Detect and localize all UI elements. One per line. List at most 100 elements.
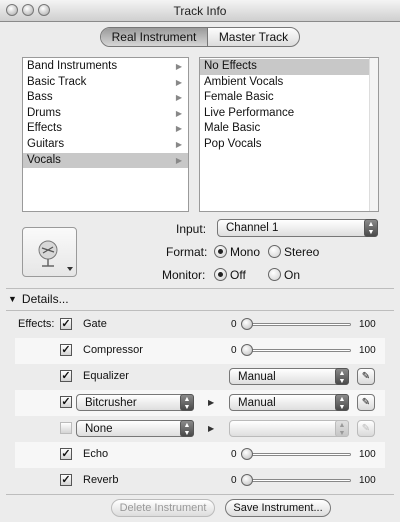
effect-slot-2-checkbox[interactable] — [60, 422, 72, 434]
pencil-icon: ✎ — [361, 397, 371, 408]
stepper-arrows-icon: ▲ ▼ — [335, 394, 349, 411]
slider-thumb[interactable] — [241, 448, 253, 460]
chevron-right-icon: ▶ — [175, 93, 182, 103]
gate-slider[interactable] — [241, 318, 351, 330]
equalizer-edit-button[interactable]: ✎ — [357, 368, 375, 385]
delete-instrument-button[interactable]: Delete Instrument — [111, 499, 215, 517]
echo-slider[interactable] — [241, 448, 351, 460]
list-item[interactable]: Live Performance — [200, 106, 378, 122]
echo-max: 100 — [359, 449, 376, 460]
reverb-slider[interactable] — [241, 474, 351, 486]
slider-thumb[interactable] — [241, 474, 253, 486]
equalizer-preset-select[interactable]: Manual ▲ ▼ — [229, 368, 349, 385]
list-item[interactable]: Male Basic — [200, 121, 378, 137]
compressor-max: 100 — [359, 345, 376, 356]
compressor-slider[interactable] — [241, 344, 351, 356]
list-item[interactable]: Band Instruments ▶ — [23, 59, 188, 75]
input-select[interactable]: Channel 1 ▲ ▼ — [217, 219, 378, 237]
scrollbar[interactable] — [369, 58, 378, 211]
format-stereo-radio[interactable] — [268, 245, 281, 258]
input-select-value: Channel 1 — [226, 222, 279, 234]
list-item-label: Guitars — [27, 137, 65, 150]
reverb-checkbox[interactable]: ✓ — [60, 474, 72, 486]
details-disclosure[interactable]: ▼ Details... — [8, 292, 69, 306]
gate-min: 0 — [231, 319, 237, 330]
equalizer-label: Equalizer — [83, 370, 129, 382]
chevron-right-icon: ▶ — [175, 139, 182, 149]
list-item[interactable]: Guitars ▶ — [23, 137, 188, 153]
format-stereo-label: Stereo — [284, 245, 320, 259]
slider-track — [245, 479, 351, 482]
list-item[interactable]: Bass ▶ — [23, 90, 188, 106]
instrument-icon-button[interactable] — [22, 227, 77, 277]
chevron-right-icon: ▶ — [175, 124, 182, 134]
list-item[interactable]: Pop Vocals — [200, 137, 378, 153]
select-value: None — [85, 423, 113, 435]
effect-slot-1-checkbox[interactable]: ✓ — [60, 396, 72, 408]
details-label: Details... — [21, 292, 69, 306]
compressor-checkbox[interactable]: ✓ — [60, 344, 72, 356]
list-item-label: Vocals — [27, 153, 61, 166]
pencil-icon: ✎ — [361, 423, 371, 434]
monitor-off-radio[interactable] — [214, 268, 227, 281]
list-item-label: Basic Track — [27, 75, 87, 88]
format-mono-radio[interactable] — [214, 245, 227, 258]
select-value: Manual — [238, 371, 276, 383]
effect-slot-2-select[interactable]: None ▲ ▼ — [76, 420, 194, 437]
divider — [6, 288, 394, 289]
effect-slot-1-edit-button[interactable]: ✎ — [357, 394, 375, 411]
echo-checkbox[interactable]: ✓ — [60, 448, 72, 460]
divider — [6, 494, 394, 495]
stepper-arrows-icon: ▲ ▼ — [335, 420, 349, 437]
slider-track — [245, 349, 351, 352]
monitor-on-radio[interactable] — [268, 268, 281, 281]
format-mono-label: Mono — [230, 245, 261, 259]
title-bar: Track Info — [0, 0, 400, 22]
list-item[interactable]: Basic Track ▶ — [23, 75, 188, 91]
tab-control: Real Instrument Master Track — [100, 27, 300, 47]
effect-slot-2-edit-button[interactable]: ✎ — [357, 420, 375, 437]
monitor-off-label: Off — [230, 268, 246, 282]
echo-label: Echo — [83, 448, 109, 460]
effect-slot-1-preset-select[interactable]: Manual ▲ ▼ — [229, 394, 349, 411]
list-item[interactable]: No Effects — [200, 59, 378, 75]
stepper-arrows-icon: ▲ ▼ — [180, 394, 194, 411]
stepper-arrows-icon: ▲ ▼ — [180, 420, 194, 437]
save-instrument-button[interactable]: Save Instrument... — [225, 499, 331, 517]
slider-thumb[interactable] — [241, 318, 253, 330]
list-item-label: Drums — [27, 106, 61, 119]
disclosure-right-icon[interactable]: ▶ — [208, 398, 214, 407]
triangle-down-icon: ▼ — [8, 294, 17, 304]
list-item[interactable]: Effects ▶ — [23, 121, 188, 137]
list-item[interactable]: Vocals ▶ — [23, 152, 188, 169]
select-value: Bitcrusher — [85, 397, 137, 409]
input-label: Input: — [176, 222, 207, 236]
microphone-icon — [38, 240, 73, 271]
category-list[interactable]: Band Instruments ▶ Basic Track ▶ Bass ▶ Dru… — [22, 57, 189, 212]
tab-master-track[interactable]: Master Track — [208, 28, 299, 46]
tab-real-instrument[interactable]: Real Instrument — [101, 28, 208, 46]
list-item[interactable]: Female Basic — [200, 90, 378, 106]
slider-track — [245, 453, 351, 456]
list-item-label: Effects — [27, 122, 62, 135]
preset-list[interactable]: No Effects Ambient Vocals Female Basic L… — [199, 57, 379, 212]
gate-checkbox[interactable]: ✓ — [60, 318, 72, 330]
monitor-on-label: On — [284, 268, 301, 282]
compressor-min: 0 — [231, 345, 237, 356]
equalizer-checkbox[interactable]: ✓ — [60, 370, 72, 382]
slider-thumb[interactable] — [241, 344, 253, 356]
pencil-icon: ✎ — [361, 371, 371, 382]
gate-max: 100 — [359, 319, 376, 330]
compressor-label: Compressor — [83, 344, 143, 356]
slider-track — [245, 323, 351, 326]
effect-slot-2-preset-select[interactable]: ▲ ▼ — [229, 420, 349, 437]
divider — [6, 310, 394, 311]
list-item[interactable]: Ambient Vocals — [200, 75, 378, 91]
list-item[interactable]: Drums ▶ — [23, 106, 188, 122]
stepper-arrows-icon: ▲ ▼ — [335, 368, 349, 385]
reverb-min: 0 — [231, 475, 237, 486]
disclosure-right-icon[interactable]: ▶ — [208, 424, 214, 433]
select-value: Manual — [238, 397, 276, 409]
effect-slot-1-select[interactable]: Bitcrusher ▲ ▼ — [76, 394, 194, 411]
monitor-label: Monitor: — [162, 268, 206, 282]
